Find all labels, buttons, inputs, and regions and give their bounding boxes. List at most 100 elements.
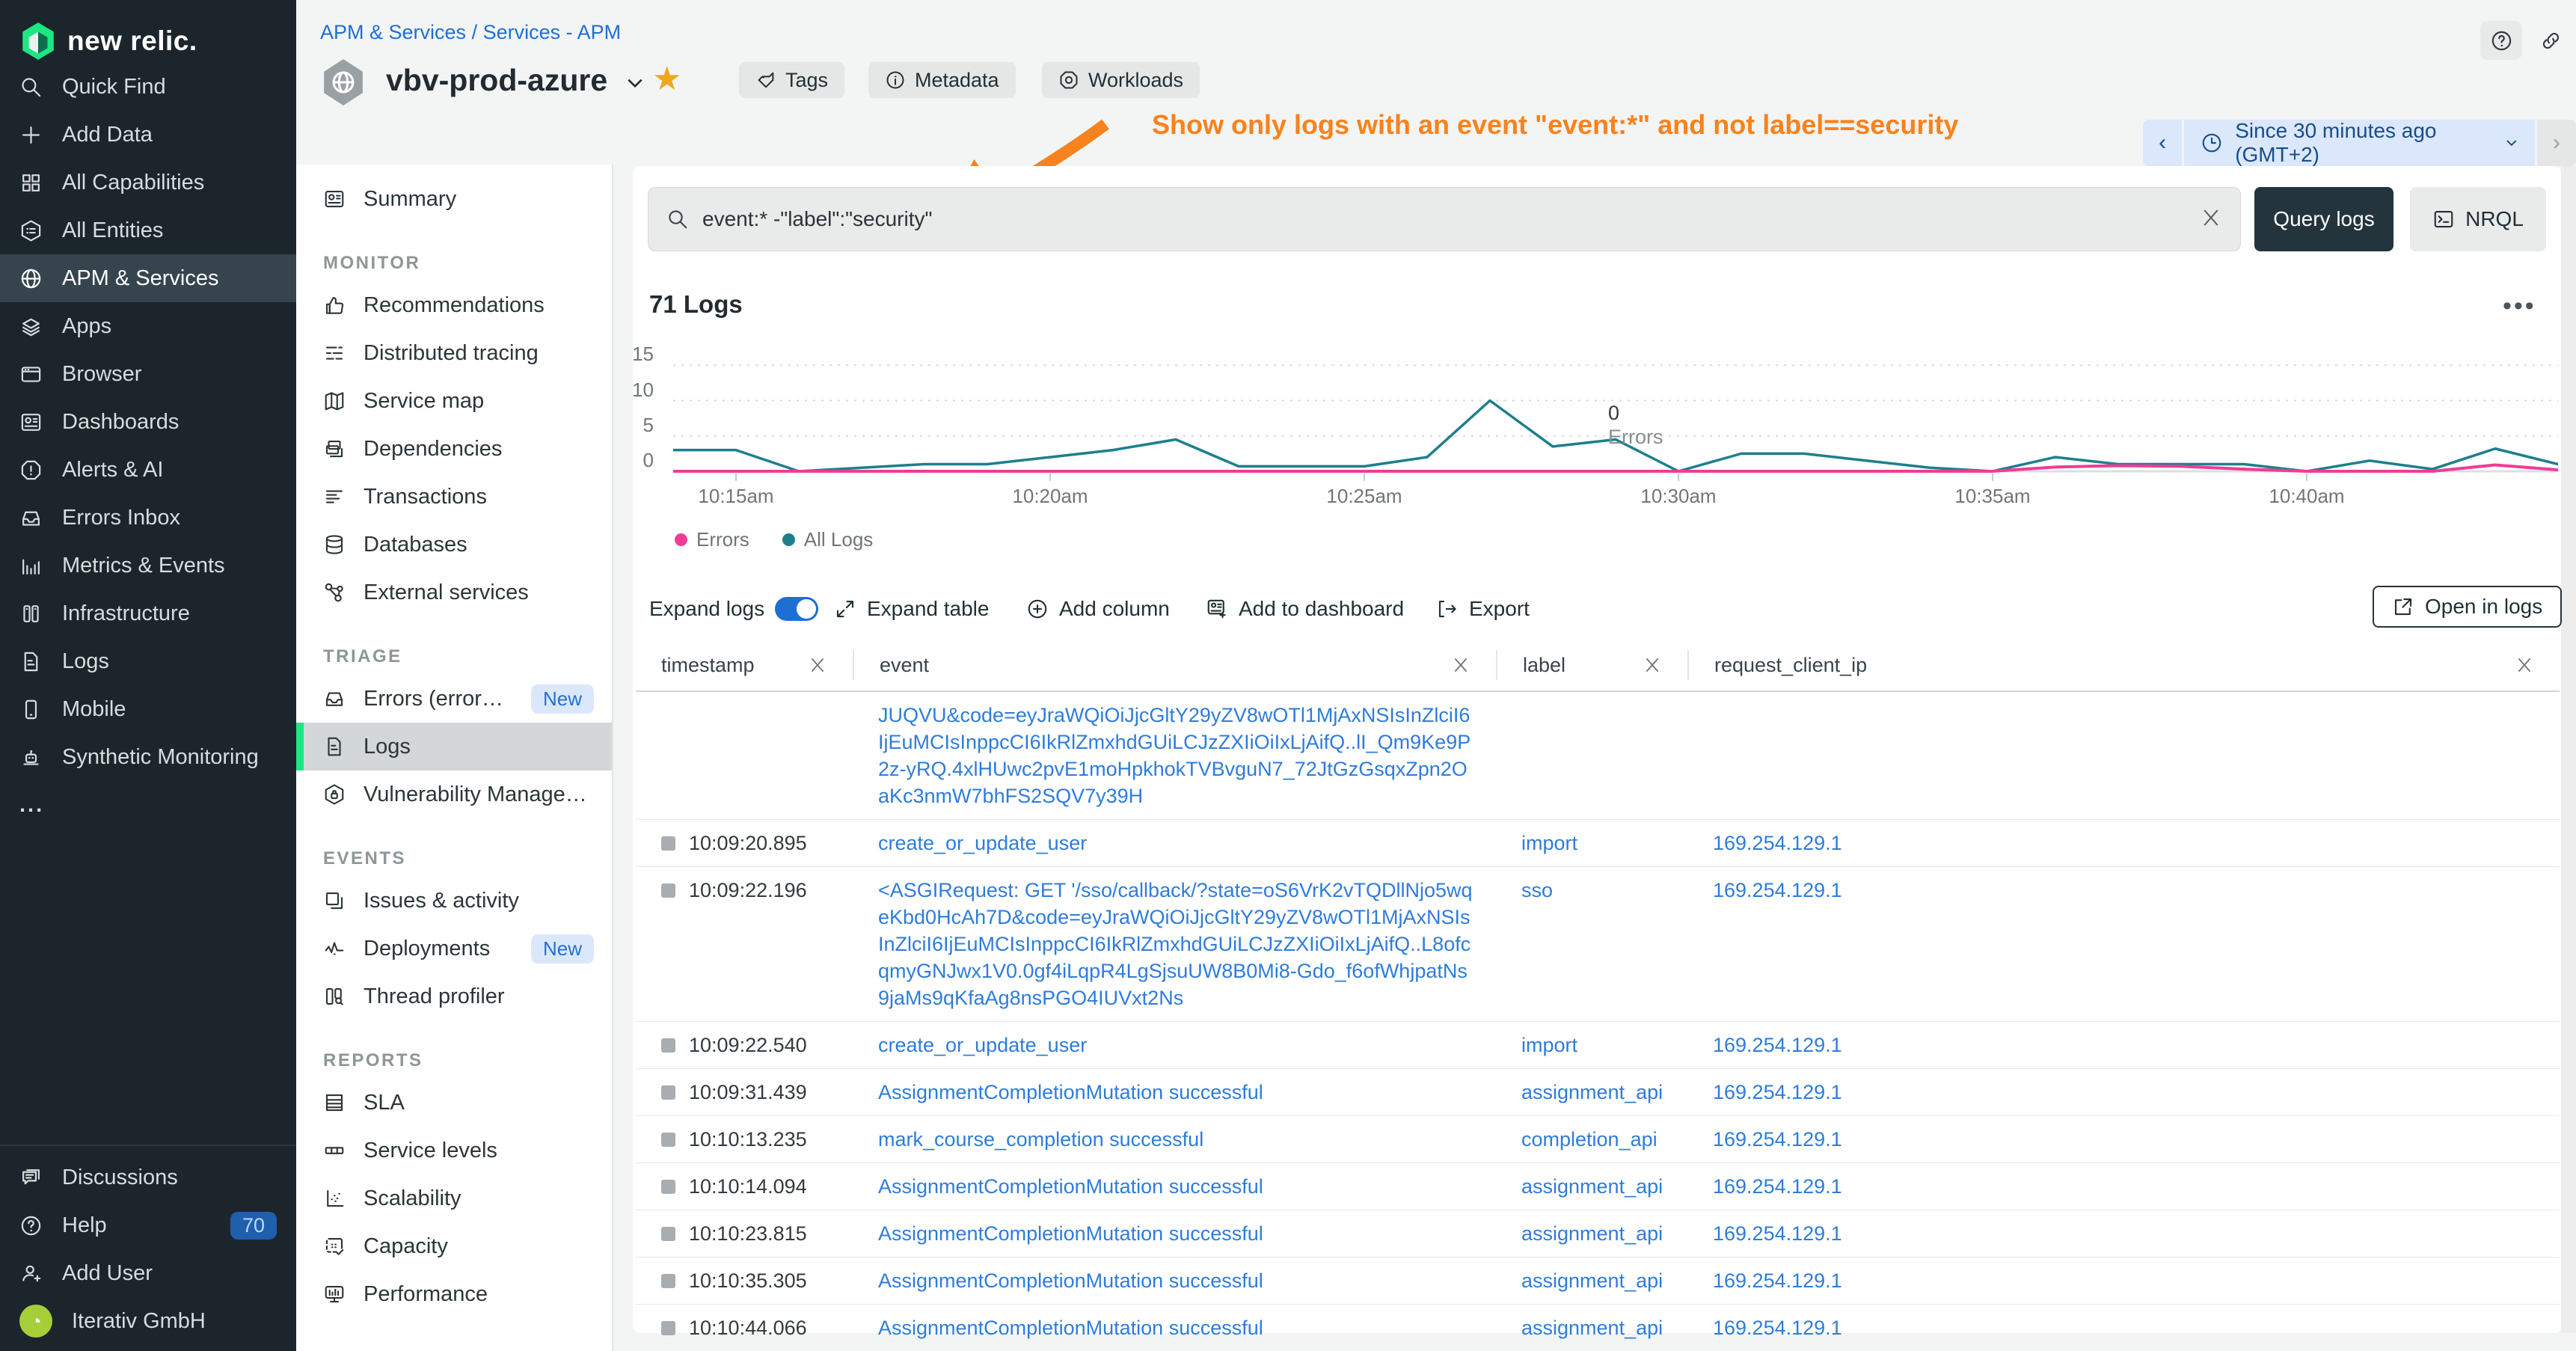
subnav-item-vulnerability-management[interactable]: Vulnerability Management <box>296 771 612 818</box>
sidebar-item-discussions[interactable]: Discussions <box>0 1154 296 1201</box>
time-picker-prev-button[interactable]: ‹ <box>2143 120 2182 166</box>
label-link[interactable]: sso <box>1521 879 1553 901</box>
subnav-item-service-levels[interactable]: Service levels <box>296 1127 612 1174</box>
scroll-gutter[interactable] <box>2561 166 2576 1333</box>
event-link[interactable]: AssignmentCompletionMutation successful <box>878 1175 1263 1198</box>
ip-link[interactable]: 169.254.129.1 <box>1713 1034 1842 1056</box>
open-in-logs-button[interactable]: Open in logs <box>2373 586 2562 628</box>
time-picker-dropdown[interactable]: Since 30 minutes ago (GMT+2) <box>2184 120 2535 166</box>
permalink-button[interactable] <box>2530 21 2572 60</box>
sidebar-item-more[interactable]: ... <box>0 781 296 829</box>
sidebar-item-account[interactable]: ◔ Iterativ GmbH <box>0 1297 296 1345</box>
event-link[interactable]: AssignmentCompletionMutation successful <box>878 1269 1263 1292</box>
row-handle-icon[interactable] <box>661 1085 675 1100</box>
sidebar-item-all-capabilities[interactable]: All Capabilities <box>0 159 296 206</box>
subnav-item-logs[interactable]: Logs <box>296 723 612 771</box>
label-link[interactable]: assignment_api <box>1521 1175 1663 1198</box>
row-handle-icon[interactable] <box>661 1180 675 1194</box>
table-row[interactable]: 10:09:22.196 <ASGIRequest: GET '/sso/cal… <box>636 867 2560 1022</box>
subnav-item-external-services[interactable]: External services <box>296 569 612 616</box>
help-button[interactable] <box>2480 21 2522 60</box>
title-chevron-down-icon[interactable] <box>625 76 645 94</box>
row-handle-icon[interactable] <box>661 1274 675 1288</box>
row-handle-icon[interactable] <box>661 1038 675 1053</box>
table-row[interactable]: 10:09:22.540 create_or_update_user impor… <box>636 1022 2560 1069</box>
column-header-timestamp[interactable]: timestamp <box>636 650 853 680</box>
row-handle-icon[interactable] <box>661 1227 675 1241</box>
row-handle-icon[interactable] <box>661 1321 675 1335</box>
sidebar-item-add-user[interactable]: Add User <box>0 1249 296 1297</box>
subnav-item-service-map[interactable]: Service map <box>296 377 612 425</box>
remove-column-icon[interactable] <box>808 655 827 675</box>
export-button[interactable]: Export <box>1436 589 1530 628</box>
toggle-on-icon[interactable] <box>775 597 818 621</box>
ip-link[interactable]: 169.254.129.1 <box>1713 1269 1842 1292</box>
breadcrumb-link-services-apm[interactable]: Services - APM <box>483 21 622 43</box>
subnav-item-performance[interactable]: Performance <box>296 1270 612 1318</box>
event-link[interactable]: AssignmentCompletionMutation successful <box>878 1222 1263 1245</box>
event-link[interactable]: AssignmentCompletionMutation successful <box>878 1317 1263 1339</box>
sidebar-item-alerts-ai[interactable]: Alerts & AI <box>0 446 296 494</box>
table-row[interactable]: 10:10:14.094 AssignmentCompletionMutatio… <box>636 1163 2560 1210</box>
column-header-label[interactable]: label <box>1496 650 1687 680</box>
subnav-item-sla[interactable]: SLA <box>296 1079 612 1127</box>
subnav-item-databases[interactable]: Databases <box>296 521 612 569</box>
subnav-item-scalability[interactable]: Scalability <box>296 1174 612 1222</box>
sidebar-item-browser[interactable]: Browser <box>0 350 296 398</box>
column-header-event[interactable]: event <box>853 650 1496 680</box>
sidebar-item-synthetic-monitoring[interactable]: Synthetic Monitoring <box>0 733 296 781</box>
new-relic-logo[interactable]: new relic. <box>0 0 296 63</box>
sidebar-item-metrics-events[interactable]: Metrics & Events <box>0 542 296 589</box>
ip-link[interactable]: 169.254.129.1 <box>1713 1081 1842 1103</box>
event-link[interactable]: AssignmentCompletionMutation successful <box>878 1081 1263 1103</box>
clear-query-icon[interactable] <box>2200 206 2222 233</box>
sidebar-item-help[interactable]: Help 70 <box>0 1201 296 1249</box>
subnav-item-deployments[interactable]: Deployments New <box>296 925 612 972</box>
event-link[interactable]: mark_course_completion successful <box>878 1128 1203 1151</box>
add-to-dashboard-button[interactable]: Add to dashboard <box>1206 589 1404 628</box>
ip-link[interactable]: 169.254.129.1 <box>1713 832 1842 854</box>
ip-link[interactable]: 169.254.129.1 <box>1713 1175 1842 1198</box>
sidebar-item-dashboards[interactable]: Dashboards <box>0 398 296 446</box>
sidebar-item-apps[interactable]: Apps <box>0 302 296 350</box>
chart-menu-icon[interactable]: ••• <box>2503 292 2536 321</box>
subnav-item-recommendations[interactable]: Recommendations <box>296 281 612 329</box>
sidebar-item-infrastructure[interactable]: Infrastructure <box>0 589 296 637</box>
table-row[interactable]: 10:10:23.815 AssignmentCompletionMutatio… <box>636 1210 2560 1257</box>
ip-link[interactable]: 169.254.129.1 <box>1713 879 1842 901</box>
subnav-item-errors-inbox[interactable]: Errors (errors inb... New <box>296 675 612 723</box>
table-row[interactable]: 10:09:31.439 AssignmentCompletionMutatio… <box>636 1069 2560 1116</box>
remove-column-icon[interactable] <box>2515 655 2534 675</box>
row-handle-icon[interactable] <box>661 1133 675 1147</box>
table-row[interactable]: 10:10:44.066 AssignmentCompletionMutatio… <box>636 1305 2560 1351</box>
sidebar-item-apm-services[interactable]: APM & Services <box>0 254 296 302</box>
row-handle-icon[interactable] <box>661 883 675 898</box>
event-link[interactable]: create_or_update_user <box>878 1034 1087 1056</box>
breadcrumb-link-apm-services[interactable]: APM & Services <box>320 21 466 43</box>
sidebar-item-quick-find[interactable]: Quick Find <box>0 63 296 111</box>
subnav-item-transactions[interactable]: Transactions <box>296 473 612 521</box>
remove-column-icon[interactable] <box>1643 655 1662 675</box>
row-handle-icon[interactable] <box>661 836 675 851</box>
metadata-button[interactable]: Metadata <box>868 62 1016 98</box>
expand-logs-toggle[interactable]: Expand logs <box>649 589 818 628</box>
sidebar-item-logs[interactable]: Logs <box>0 637 296 685</box>
expand-table-button[interactable]: Expand table <box>834 589 989 628</box>
add-column-button[interactable]: Add column <box>1026 589 1170 628</box>
label-link[interactable]: import <box>1521 832 1577 854</box>
query-logs-button[interactable]: Query logs <box>2254 187 2393 251</box>
subnav-item-thread-profiler[interactable]: Thread profiler <box>296 972 612 1020</box>
column-header-request-client-ip[interactable]: request_client_ip <box>1687 650 2560 680</box>
event-link[interactable]: create_or_update_user <box>878 832 1087 854</box>
sidebar-item-add-data[interactable]: Add Data <box>0 111 296 159</box>
ip-link[interactable]: 169.254.129.1 <box>1713 1128 1842 1151</box>
label-link[interactable]: assignment_api <box>1521 1222 1663 1245</box>
table-row[interactable]: 10:10:13.235 mark_course_completion succ… <box>636 1116 2560 1163</box>
subnav-item-issues-activity[interactable]: Issues & activity <box>296 877 612 925</box>
label-link[interactable]: assignment_api <box>1521 1081 1663 1103</box>
label-link[interactable]: assignment_api <box>1521 1269 1663 1292</box>
tags-button[interactable]: Tags <box>739 62 844 98</box>
ip-link[interactable]: 169.254.129.1 <box>1713 1222 1842 1245</box>
sidebar-item-mobile[interactable]: Mobile <box>0 685 296 733</box>
subnav-item-capacity[interactable]: Capacity <box>296 1222 612 1270</box>
